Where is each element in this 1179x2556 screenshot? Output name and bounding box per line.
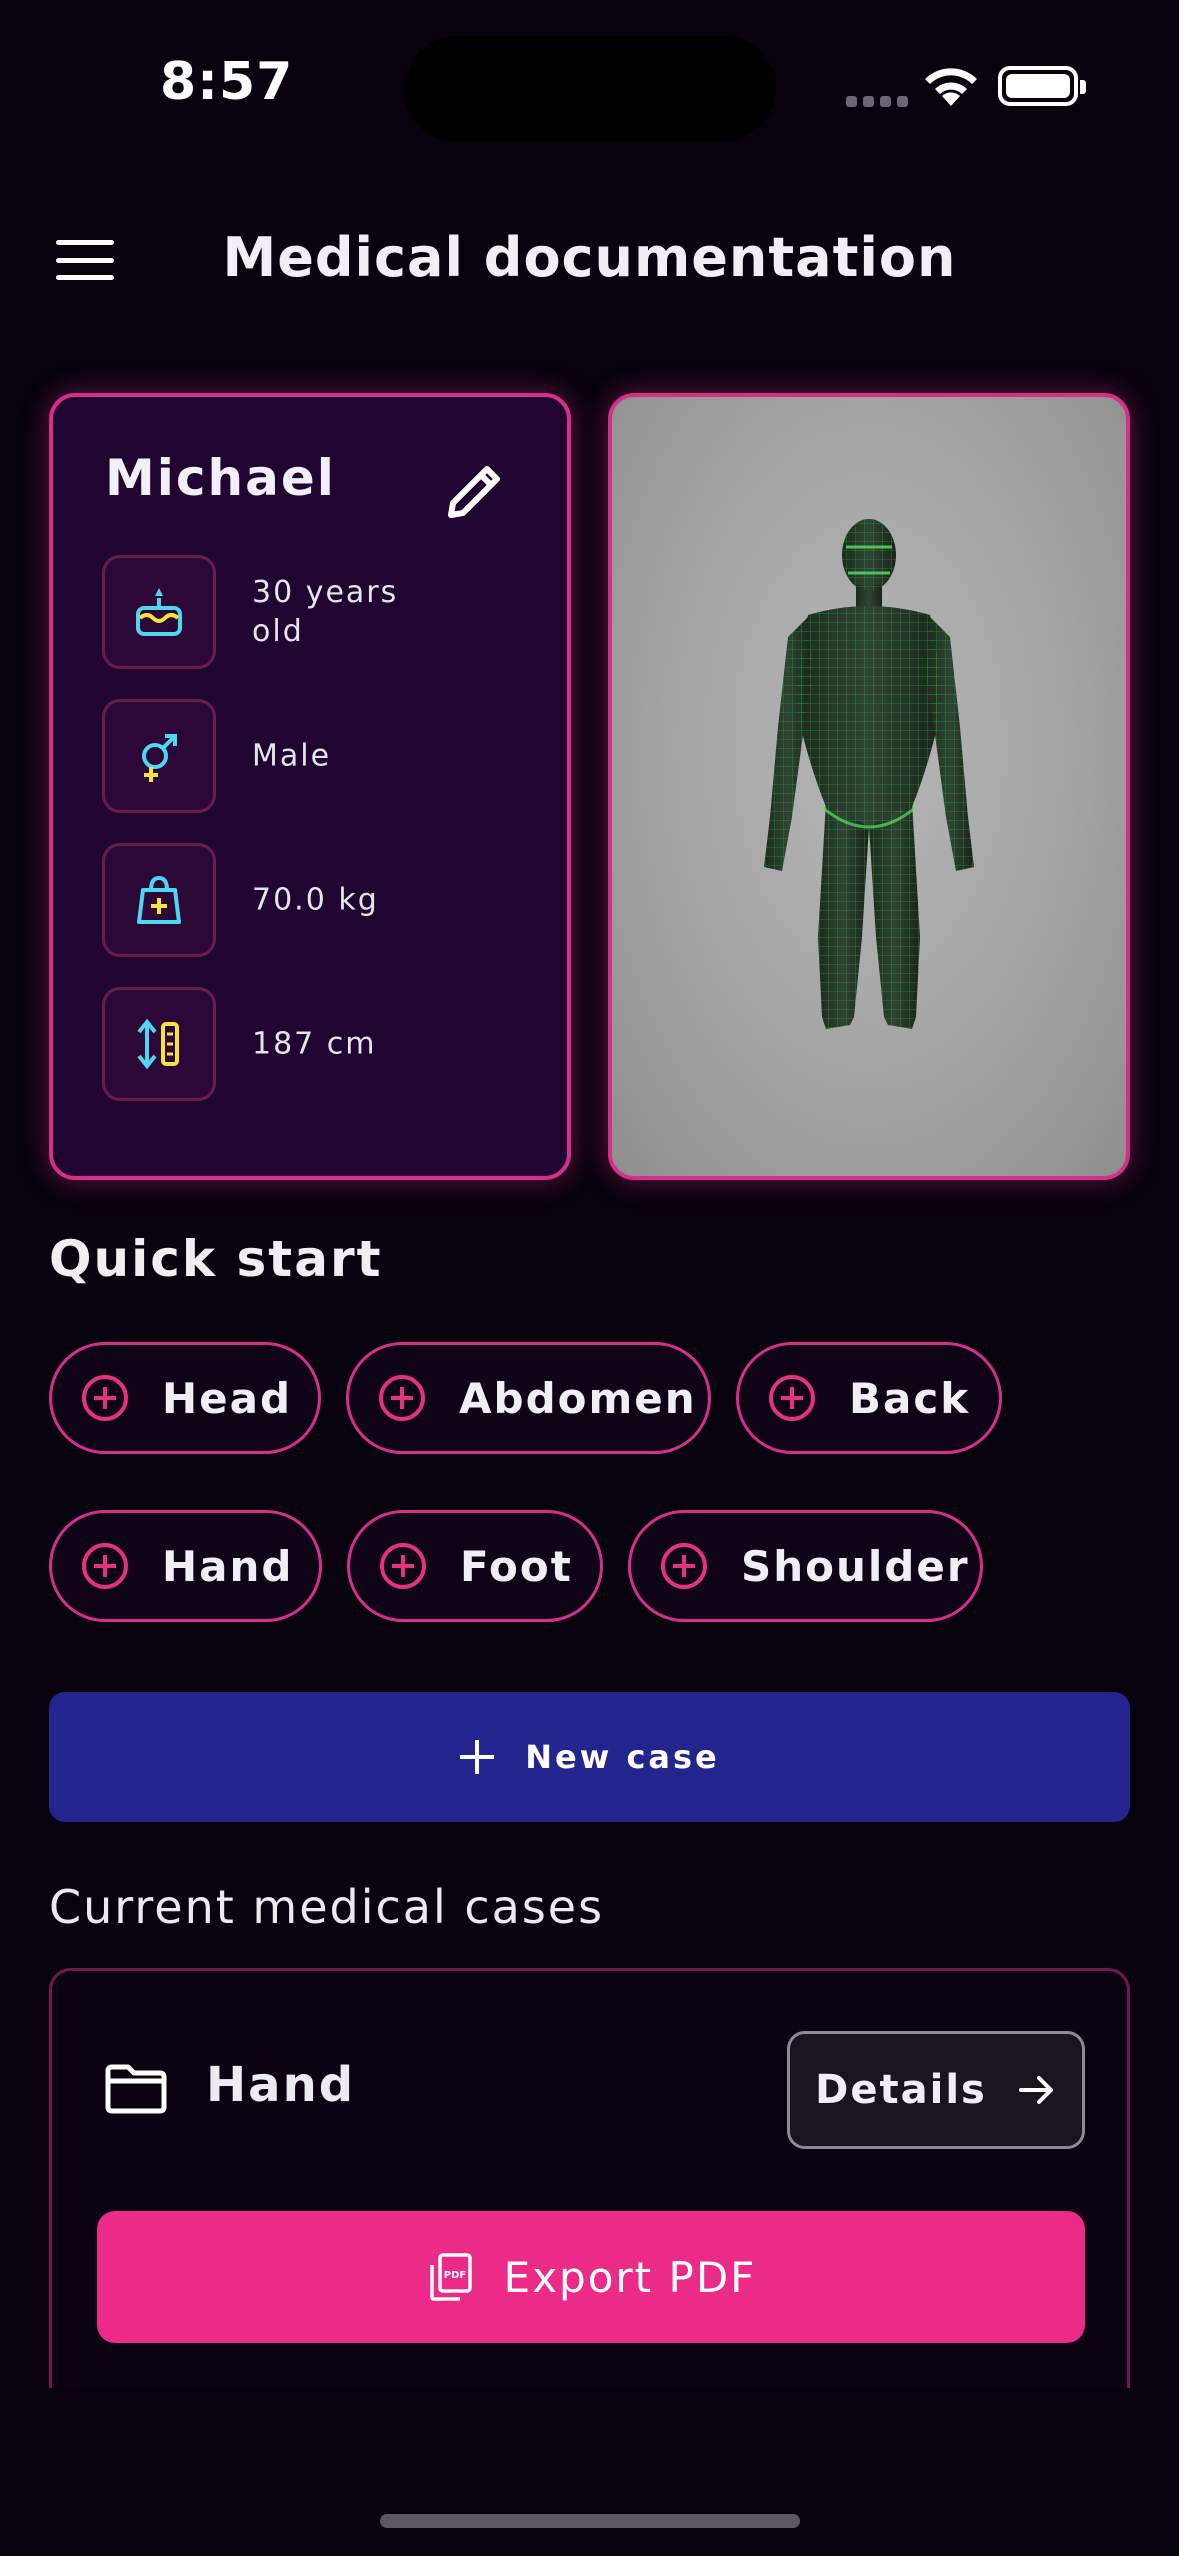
export-pdf-button[interactable]: PDF Export PDF — [97, 2211, 1085, 2343]
add-circle-icon — [82, 1375, 128, 1421]
page-title: Medical documentation — [222, 226, 957, 289]
case-title: Hand — [206, 2057, 356, 2113]
patient-weight: 70.0 kg — [252, 882, 379, 918]
status-bar: 8:57 — [0, 0, 1179, 150]
add-circle-icon — [769, 1375, 815, 1421]
chip-label: Abdomen — [459, 1373, 697, 1423]
quick-start-chip-head[interactable]: Head — [49, 1342, 321, 1454]
plus-icon — [459, 1739, 495, 1775]
battery-icon — [998, 66, 1086, 106]
arrow-right-icon — [1018, 2076, 1053, 2104]
pencil-icon[interactable] — [441, 457, 509, 525]
new-case-label: New case — [525, 1738, 720, 1776]
human-body-model — [764, 519, 974, 1029]
export-pdf-label: Export PDF — [503, 2252, 757, 2302]
add-circle-icon — [661, 1543, 707, 1589]
add-circle-icon — [380, 1543, 426, 1589]
weight-bag-icon — [102, 843, 216, 957]
patient-card: Michael 30 years old Male 70.0 kg 187 cm — [49, 393, 571, 1180]
case-card: Hand Details PDF Export PDF — [49, 1968, 1130, 2388]
quick-start-chip-shoulder[interactable]: Shoulder — [628, 1510, 983, 1622]
folder-icon — [105, 2064, 167, 2114]
gender-icon — [102, 699, 216, 813]
body-model-viewer[interactable] — [608, 393, 1130, 1180]
patient-sex: Male — [252, 738, 332, 774]
wifi-icon — [925, 68, 977, 106]
birthday-cake-icon — [102, 555, 216, 669]
patient-age-row: 30 years old — [102, 555, 522, 669]
ruler-height-icon — [102, 987, 216, 1101]
patient-sex-row: Male — [102, 699, 522, 813]
chip-label: Head — [162, 1373, 293, 1423]
quick-start-title: Quick start — [49, 1230, 383, 1288]
quick-start-chip-back[interactable]: Back — [736, 1342, 1002, 1454]
patient-age: 30 years old — [252, 575, 399, 649]
chip-label: Shoulder — [741, 1541, 970, 1591]
quick-start-chip-foot[interactable]: Foot — [347, 1510, 603, 1622]
details-label: Details — [815, 2067, 987, 2113]
svg-text:PDF: PDF — [443, 2270, 465, 2281]
patient-weight-row: 70.0 kg — [102, 843, 522, 957]
chip-label: Foot — [460, 1541, 573, 1591]
status-time: 8:57 — [160, 52, 294, 112]
cellular-signal-icon — [846, 96, 908, 107]
patient-height-row: 187 cm — [102, 987, 522, 1101]
quick-start-chip-hand[interactable]: Hand — [49, 1510, 322, 1622]
patient-height: 187 cm — [252, 1026, 377, 1062]
chip-label: Hand — [162, 1541, 294, 1591]
details-button[interactable]: Details — [787, 2031, 1085, 2149]
add-circle-icon — [379, 1375, 425, 1421]
dynamic-island — [404, 36, 776, 142]
add-circle-icon — [82, 1543, 128, 1589]
quick-start-chip-abdomen[interactable]: Abdomen — [346, 1342, 711, 1454]
new-case-button[interactable]: New case — [49, 1692, 1130, 1822]
home-indicator[interactable] — [380, 2514, 800, 2528]
pdf-file-icon: PDF — [429, 2253, 472, 2301]
patient-name: Michael — [105, 449, 336, 507]
current-cases-title: Current medical cases — [49, 1880, 605, 1934]
chip-label: Back — [849, 1373, 971, 1423]
